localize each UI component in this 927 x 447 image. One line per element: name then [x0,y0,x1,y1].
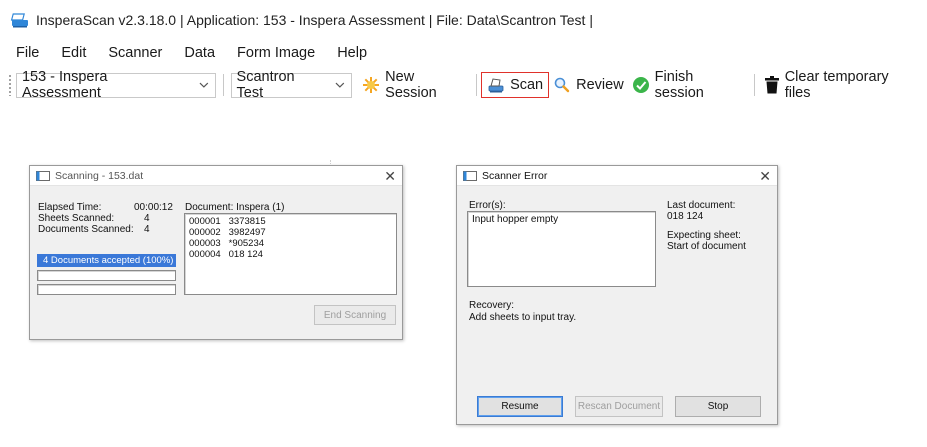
file-select-value: Scantron Test [236,69,295,101]
new-session-label: New Session [385,69,437,101]
recovery-label: Recovery: [469,300,515,311]
chevron-down-icon [199,82,209,88]
close-icon[interactable]: ✕ [759,167,771,185]
accepted-progress-bar: 4 Documents accepted (100%) [37,254,176,267]
application-select-value: 153 - Inspera Assessment [21,69,108,101]
scan-button[interactable]: Scan [481,72,550,98]
sheets-value: 4 [144,213,150,224]
review-button[interactable]: Review [549,72,628,98]
rescan-document-button[interactable]: Rescan Document [575,396,663,417]
expecting-sheet-value: Start of document [667,241,746,252]
recovery-text: Add sheets to input tray. [469,312,577,323]
errors-label: Error(s): [469,200,506,211]
magnifier-icon [554,77,570,93]
finish-session-label: Finish session [654,69,704,101]
toolbar-separator [222,74,224,96]
menu-data[interactable]: Data [184,45,215,61]
application-select[interactable]: 153 - Inspera Assessment [15,69,216,101]
scanning-dialog: Scanning - 153.dat ✕ Elapsed Time: 00:00… [29,165,403,340]
document-label: Document: Inspera (1) [185,202,285,213]
window-icon [463,170,477,181]
menu-bar: File Edit Scanner Data Form Image Help [16,42,367,64]
new-session-button[interactable]: New Session [358,69,472,101]
scanning-dialog-titlebar: Scanning - 153.dat [30,166,402,186]
docs-label: Documents Scanned: [38,224,134,235]
list-item[interactable]: 000003 *905234 [189,238,392,249]
resume-button[interactable]: Resume [477,396,563,417]
end-scanning-label: End Scanning [323,309,387,321]
toolbar-grip[interactable] [8,74,12,96]
list-item[interactable]: 000001 3373815 [189,216,392,227]
errors-list[interactable]: Input hopper empty [467,211,656,287]
scanning-dialog-title: Scanning - 153.dat [55,169,144,182]
scanner-icon [488,78,504,93]
accepted-progress-label: 4 Documents accepted (100%) [43,255,174,266]
menu-help[interactable]: Help [337,45,367,61]
toolbar-separator [476,74,478,96]
window-icon [36,170,50,181]
last-document-label: Last document: [667,200,736,211]
chevron-down-icon [335,82,345,88]
progress-bar-2 [37,270,176,281]
close-icon[interactable]: ✕ [384,167,396,185]
window-titlebar: InsperaScan v2.3.18.0 | Application: 153… [10,8,593,32]
trash-icon [764,76,779,94]
review-label: Review [576,77,624,93]
menu-scanner[interactable]: Scanner [108,45,162,61]
rescan-document-label: Rescan Document [577,401,661,412]
expecting-sheet-label: Expecting sheet: [667,230,741,241]
elapsed-value: 00:00:12 [134,202,173,213]
sheets-label: Sheets Scanned: [38,213,115,224]
stop-label: Stop [707,401,729,412]
end-scanning-button[interactable]: End Scanning [314,305,396,325]
doc-code: *905234 [228,238,265,249]
check-circle-icon [632,77,649,93]
scanner-app-icon [10,13,28,28]
doc-code: 3982497 [228,227,266,238]
scanner-error-title: Scanner Error [482,169,548,182]
doc-id: 000001 [189,216,221,227]
clear-temp-button[interactable]: Clear temporary files [760,69,920,101]
doc-code: 3373815 [228,216,266,227]
list-item[interactable]: 000002 3982497 [189,227,392,238]
doc-id: 000003 [189,238,221,249]
document-list[interactable]: 000001 3373815 000002 3982497 000003 *90… [184,213,397,295]
doc-id: 000004 [189,249,221,260]
doc-id: 000002 [189,227,221,238]
menu-edit[interactable]: Edit [61,45,86,61]
scan-label: Scan [510,77,544,93]
finish-session-button[interactable]: Finish session [628,69,749,101]
last-document-value: 018 124 [667,211,704,222]
error-text: Input hopper empty [472,214,559,225]
toolbar: 153 - Inspera Assessment Scantron Test N… [8,69,920,101]
docs-value: 4 [144,224,150,235]
scanner-error-titlebar: Scanner Error [457,166,777,186]
list-item[interactable]: 000004 018 124 [189,249,392,260]
resume-label: Resume [501,401,539,412]
menu-file[interactable]: File [16,45,39,61]
doc-code: 018 124 [228,249,263,260]
elapsed-label: Elapsed Time: [38,202,102,213]
progress-bar-3 [37,284,176,295]
scanner-error-dialog: Scanner Error ✕ Error(s): Input hopper e… [456,165,778,425]
clear-temp-label: Clear temporary files [784,69,889,101]
stop-button[interactable]: Stop [675,396,761,417]
file-select[interactable]: Scantron Test [230,69,353,101]
window-title: InsperaScan v2.3.18.0 | Application: 153… [36,12,593,28]
toolbar-separator [753,74,755,96]
sun-sparkle-icon [363,77,380,93]
menu-form-image[interactable]: Form Image [237,45,315,61]
